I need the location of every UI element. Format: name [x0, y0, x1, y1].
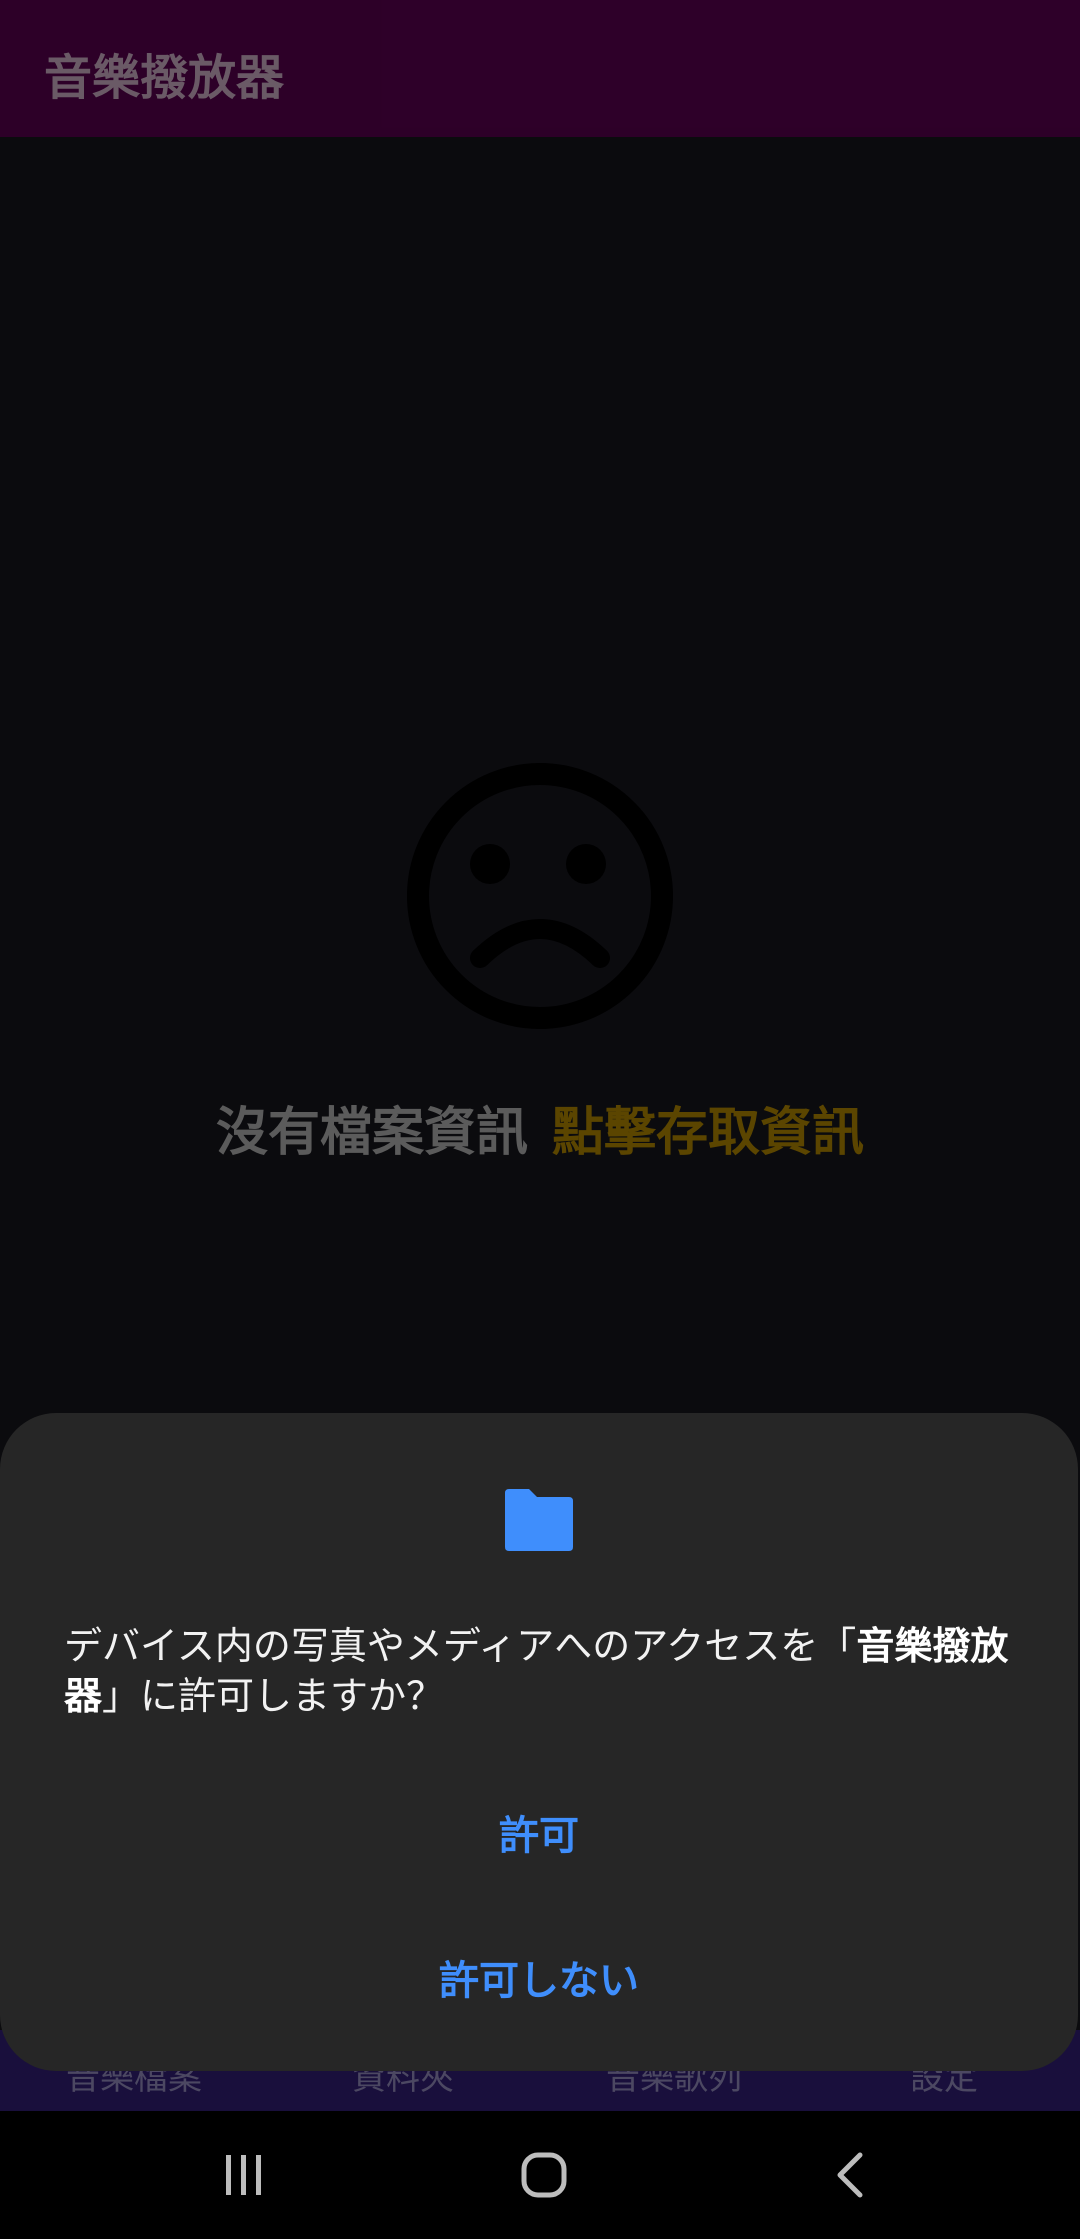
back-icon[interactable] — [830, 2151, 870, 2199]
system-nav-bar — [0, 2111, 1080, 2239]
message-prefix: デバイス内の写真やメディアへのアクセスを「 — [64, 1624, 857, 1668]
app-screen: 音樂撥放器 沒有檔案資訊 點擊存取資訊 音樂檔案 資料夾 音樂歌列 設定 デバイス… — [0, 0, 1080, 2239]
allow-button[interactable]: 許可 — [0, 1803, 1078, 1861]
home-icon[interactable] — [520, 2151, 568, 2199]
message-suffix: 」に許可しますか？ — [102, 1674, 445, 1718]
permission-dialog: デバイス内の写真やメディアへのアクセスを「音樂撥放器」に許可しますか？ 許可 許… — [0, 1413, 1078, 2071]
recents-icon[interactable] — [220, 2151, 268, 2199]
deny-button[interactable]: 許可しない — [0, 1948, 1078, 2006]
permission-message: デバイス内の写真やメディアへのアクセスを「音樂撥放器」に許可しますか？ — [64, 1621, 1014, 1721]
folder-icon — [505, 1489, 573, 1551]
